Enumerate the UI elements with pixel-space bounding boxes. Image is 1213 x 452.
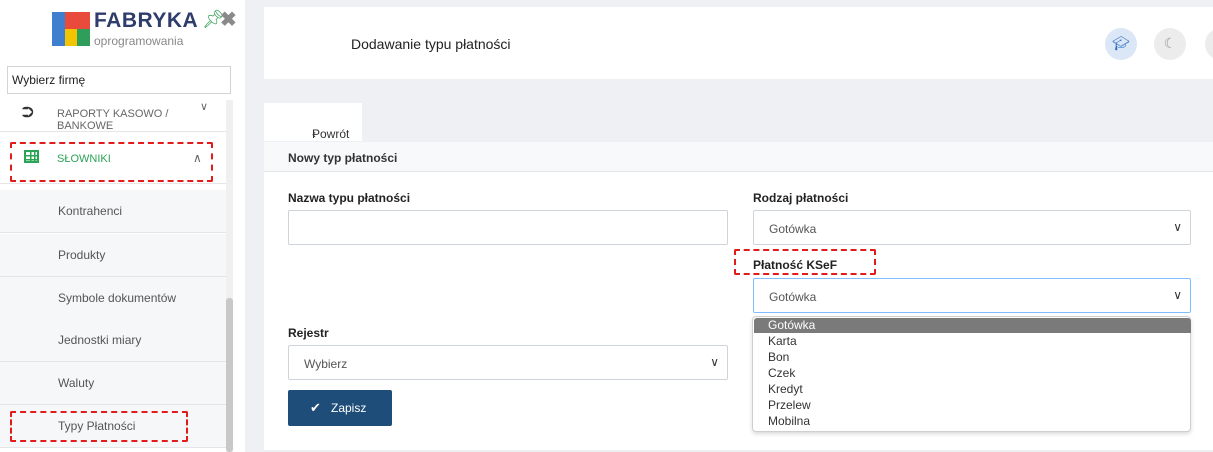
close-icon[interactable]: ✖︎ — [220, 7, 237, 32]
register-label: Rejestr — [288, 326, 329, 340]
logo[interactable]: FABRYKA oprogramowania 📌︎ ✖︎ — [52, 9, 242, 55]
ksef-select[interactable]: Gotówka ∨ — [753, 278, 1191, 313]
ksef-dropdown-list: Gotówka Karta Bon Czek Kredyt Przelew Mo… — [752, 316, 1191, 432]
chevron-down-icon: ∨ — [710, 355, 719, 369]
name-input[interactable] — [288, 210, 728, 245]
dropdown-option[interactable]: Karta — [754, 334, 1191, 349]
chevron-down-icon: ∨ — [1173, 288, 1182, 302]
page-title: Dodawanie typu płatności — [351, 36, 511, 52]
sidebar-item-typy-platnosci[interactable]: Typy Płatności — [0, 405, 226, 448]
ksef-label: Płatność KSeF — [753, 258, 838, 272]
sidebar-item-kontrahenci[interactable]: Kontrahenci — [0, 190, 226, 233]
dropdown-option[interactable]: Gotówka — [754, 318, 1191, 333]
sidebar-item-raporty[interactable]: ⮊︎ RAPORTY KASOWO / BANKOWE ∨ — [0, 100, 226, 132]
table-icon — [24, 150, 39, 163]
card-header: Nowy typ płatności — [264, 142, 1213, 172]
ksef-value: Gotówka — [769, 290, 817, 304]
sidebar-item-label: Typy Płatności — [58, 419, 136, 433]
card-title: Nowy typ płatności — [288, 151, 398, 165]
graduation-cap-icon: 🎓︎ — [1112, 35, 1130, 51]
sidebar-item-symbole-dokumentow[interactable]: Symbole dokumentów — [0, 277, 226, 320]
sidebar-scrollbar-thumb[interactable] — [226, 298, 233, 452]
register-value: Wybierz — [304, 357, 348, 371]
back-label: Powrót — [312, 127, 350, 141]
save-button[interactable]: ✔︎ Zapisz — [288, 390, 392, 426]
register-select[interactable]: Wybierz ∨ — [288, 345, 728, 380]
education-button[interactable]: 🎓︎ — [1105, 28, 1137, 60]
page-header: Dodawanie typu płatności 🎓︎ ☾ — [264, 7, 1213, 79]
sidebar-item-label: Produkty — [58, 248, 106, 262]
sidebar-item-label: Kontrahenci — [58, 204, 123, 218]
payment-kind-label: Rodzaj płatności — [753, 191, 849, 205]
dropdown-option[interactable]: Czek — [754, 366, 1191, 381]
sidebar-item-label: Jednostki miary — [58, 333, 142, 347]
sidebar-item-jednostki-miary[interactable]: Jednostki miary — [0, 319, 226, 362]
save-button-label: Zapisz — [331, 401, 367, 415]
sidebar-item-label: SŁOWNIKI — [57, 153, 111, 165]
back-button[interactable]: ‹ Powrót — [264, 103, 362, 141]
dropdown-option[interactable]: Przelew — [754, 398, 1191, 413]
logo-title: FABRYKA — [94, 9, 199, 32]
chevron-up-icon: ∧ — [193, 151, 202, 165]
arrow-icon: ⮊︎ — [22, 104, 34, 121]
company-select[interactable]: Wybierz firmę — [7, 66, 231, 94]
check-icon: ✔︎ — [310, 400, 321, 415]
dropdown-option[interactable]: Kredyt — [754, 382, 1191, 397]
sidebar-item-label: Symbole dokumentów — [58, 291, 177, 305]
dark-mode-button[interactable]: ☾ — [1154, 28, 1186, 60]
payment-kind-select[interactable]: Gotówka ∨ — [753, 210, 1191, 245]
sidebar: FABRYKA oprogramowania 📌︎ ✖︎ Wybierz fir… — [0, 0, 245, 452]
sidebar-item-waluty[interactable]: Waluty — [0, 362, 226, 405]
dropdown-option[interactable]: Mobilna — [754, 414, 1191, 429]
sidebar-item-produkty[interactable]: Produkty — [0, 234, 226, 277]
payment-kind-value: Gotówka — [769, 222, 817, 236]
sidebar-item-slowniki[interactable]: SŁOWNIKI ∧ — [0, 136, 226, 184]
chevron-down-icon: ∨ — [1173, 220, 1182, 234]
moon-icon: ☾ — [1163, 35, 1177, 51]
name-label: Nazwa typu płatności — [288, 191, 411, 205]
header-button[interactable] — [1205, 28, 1213, 60]
logo-mark-icon — [52, 12, 90, 46]
chevron-down-icon: ∨ — [200, 101, 209, 113]
dropdown-option[interactable]: Bon — [754, 350, 1191, 365]
logo-subtitle: oprogramowania — [94, 34, 184, 48]
sidebar-item-label: Waluty — [58, 376, 95, 390]
